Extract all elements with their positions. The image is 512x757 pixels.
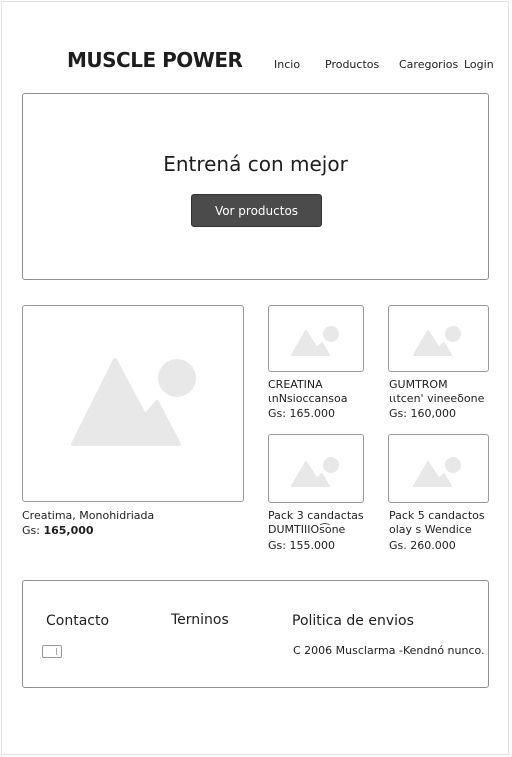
image-placeholder-icon — [291, 457, 339, 487]
footer-terms-link[interactable]: Terninos — [171, 612, 229, 628]
product-image[interactable] — [268, 305, 364, 372]
product-name[interactable]: Pack 5 candactos olay s Wendice — [389, 509, 485, 537]
nav-inicio[interactable]: Incio — [274, 58, 300, 71]
featured-product-name[interactable]: Creatima, Monohidriada — [22, 509, 154, 523]
hero-banner: Entrená con mejor Vor productos — [22, 93, 489, 280]
product-name-line1: GUMTROM — [389, 378, 448, 391]
product-image[interactable] — [268, 434, 364, 503]
price-value: 165,000 — [43, 524, 94, 537]
product-name-line2: ιιtcen' vineeδone — [389, 392, 485, 405]
footer-shipping-link[interactable]: Politica de envios — [292, 613, 414, 629]
hero-title: Entrená con mejor — [163, 152, 348, 176]
product-image[interactable] — [388, 305, 489, 372]
product-name[interactable]: GUMTROM ιιtcen' vineeδone — [389, 378, 484, 406]
product-price: Gs: 155.000 — [268, 539, 335, 552]
featured-product-price: Gs: 165,000 — [22, 524, 94, 537]
footer: Contacto Terninos Politica de envios C 2… — [22, 580, 489, 688]
product-price: Gs. 260.000 — [389, 539, 456, 552]
view-products-button[interactable]: Vor productos — [191, 194, 322, 227]
nav-login[interactable]: Login — [464, 58, 494, 71]
product-price: Gs: 165.000 — [268, 407, 335, 420]
image-placeholder-icon — [71, 358, 196, 446]
price-prefix: Gs: — [22, 524, 40, 537]
card-icon[interactable] — [42, 645, 62, 658]
product-name[interactable]: Pack 3 candactas DUMTIIIOs͡one — [268, 509, 364, 537]
featured-product-image[interactable] — [22, 305, 244, 502]
product-price: Gs: 160,000 — [389, 407, 456, 420]
product-image[interactable] — [388, 434, 489, 503]
product-name-line1: Pack 5 candactos — [389, 509, 485, 522]
image-placeholder-icon — [291, 326, 339, 356]
footer-contact-link[interactable]: Contacto — [46, 613, 109, 629]
image-placeholder-icon — [413, 457, 461, 487]
nav-productos[interactable]: Productos — [325, 58, 379, 71]
nav-categorias[interactable]: Caregorios — [399, 58, 458, 71]
footer-copyright: C 2006 Musclarma -Kendnó nunco. — [293, 644, 485, 657]
image-placeholder-icon — [413, 326, 461, 356]
brand-logo[interactable]: MUSCLE POWER — [67, 48, 243, 72]
product-name-line2: ιnNsioccansoa — [268, 392, 348, 405]
product-name-line1: Pack 3 candactas — [268, 509, 364, 522]
product-name-line2: olay s Wendice — [389, 523, 472, 536]
product-name-line1: CREATINA — [268, 378, 323, 391]
product-name-line2: DUMTIIIOs͡one — [268, 523, 346, 536]
product-name[interactable]: CREATINA ιnNsioccansoa — [268, 378, 347, 406]
